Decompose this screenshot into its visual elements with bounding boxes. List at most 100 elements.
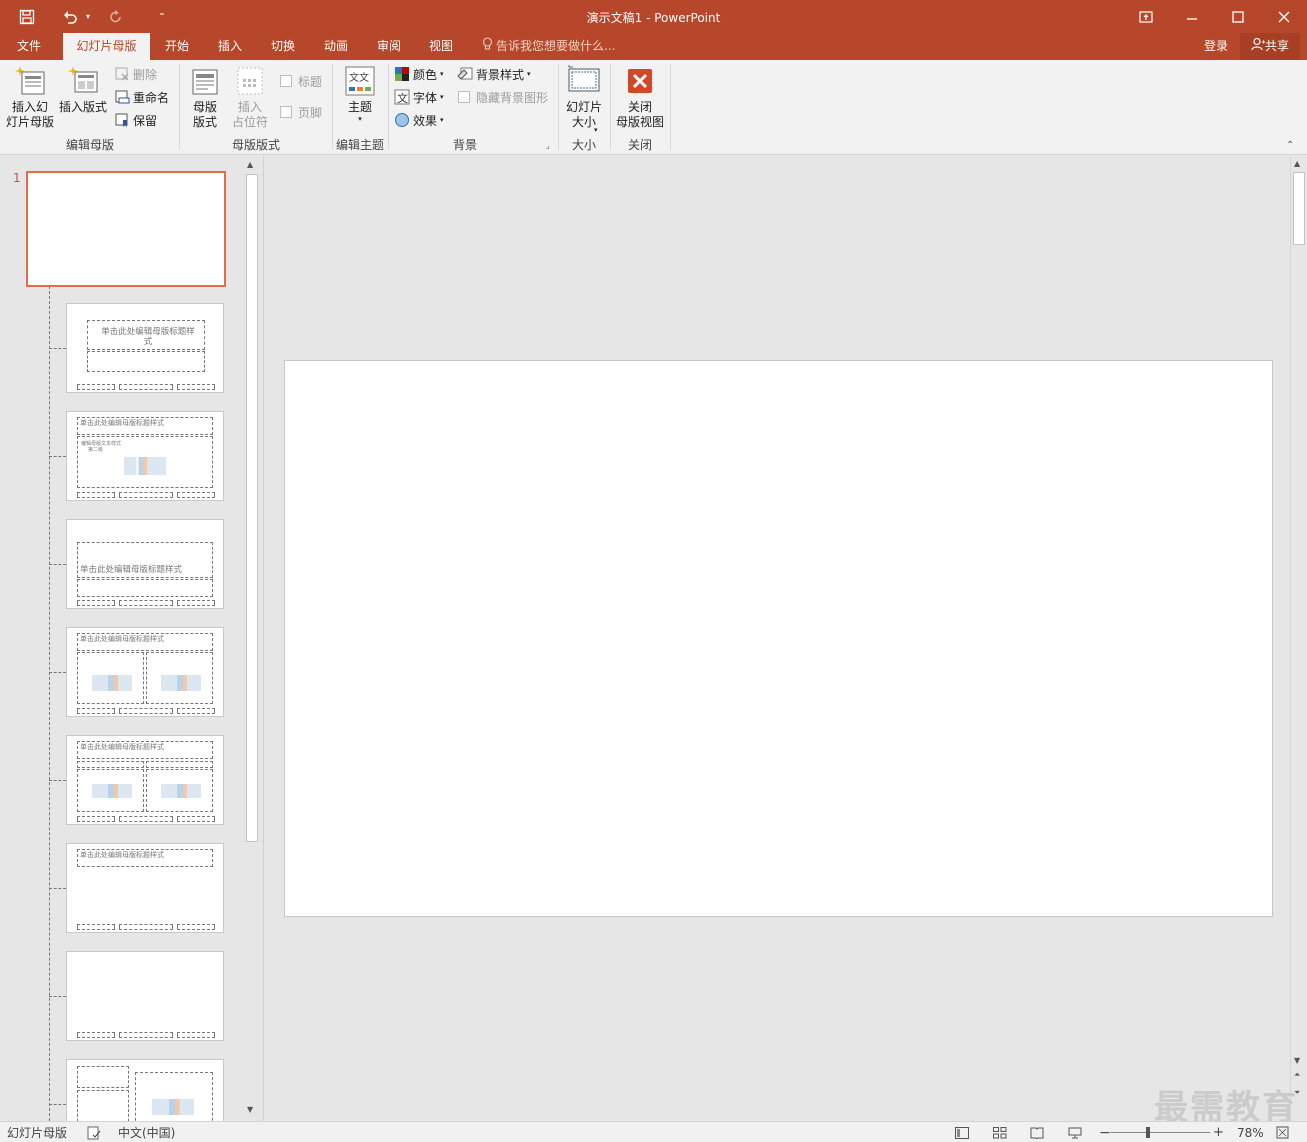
master-layout-label: 母版 版式 <box>192 100 217 129</box>
zoom-in-icon[interactable]: + <box>1213 1124 1224 1141</box>
tab-insert[interactable]: 插入 <box>210 33 250 60</box>
zoom-slider[interactable] <box>1110 1127 1210 1138</box>
group-separator <box>179 64 180 150</box>
tab-view[interactable]: 视图 <box>421 33 461 60</box>
tab-home[interactable]: 开始 <box>157 33 197 60</box>
language-indicator[interactable]: 中文(中国) <box>118 1124 175 1141</box>
themes-button[interactable]: 文文 主题 ▾ <box>338 65 382 123</box>
footer-placeholder <box>177 816 215 822</box>
slide-master-thumbnail[interactable] <box>26 171 226 287</box>
layout-thumbnail-two-content[interactable]: 单击此处编辑母版标题样式 <box>66 627 224 717</box>
hide-background-checkbox-box[interactable] <box>458 91 470 103</box>
insert-layout-button[interactable]: 插入版式 <box>56 65 110 115</box>
subtitle-placeholder <box>87 351 205 372</box>
minimize-icon[interactable] <box>1178 0 1206 33</box>
insert-placeholder-button[interactable]: 插入 占位符 <box>226 65 274 130</box>
master-layout-button[interactable]: 母版 版式 <box>184 65 226 130</box>
undo-dropdown-icon[interactable]: ▾ <box>82 0 94 33</box>
heading-placeholder <box>77 761 144 768</box>
redo-icon[interactable] <box>104 0 128 33</box>
editing-area-scrollbar[interactable]: ▲ ▼ ⏶ ⏷ <box>1290 156 1307 1121</box>
slide-size-button[interactable]: 幻灯片 大小 ▾ <box>563 65 605 134</box>
colors-dropdown-icon: ▾ <box>440 70 444 78</box>
scroll-down-icon[interactable]: ▼ <box>247 1105 253 1114</box>
footer-placeholder <box>177 492 215 498</box>
ribbon-display-options-icon[interactable] <box>1132 0 1160 33</box>
zoom-slider-thumb[interactable] <box>1146 1127 1150 1138</box>
slide-canvas[interactable] <box>284 360 1273 917</box>
group-label-master-layout: 母版版式 <box>231 138 280 152</box>
person-icon <box>1251 34 1265 60</box>
background-dialog-launcher-icon[interactable]: ⌟ <box>546 141 550 150</box>
layout-thumbnail-title-content[interactable]: 单击此处编辑母版标题样式 编辑母版文本样式 第二级 <box>66 411 224 501</box>
layout-thumbnail-content-caption[interactable] <box>66 1059 224 1121</box>
scroll-down-icon[interactable]: ▼ <box>1294 1056 1300 1065</box>
background-styles-dropdown-icon: ▾ <box>527 70 531 78</box>
insert-slide-master-button[interactable]: 插入幻 灯片母版 <box>4 65 56 130</box>
preserve-button[interactable]: 保留 <box>114 110 157 130</box>
fonts-button[interactable]: 文 字体 ▾ <box>394 87 444 107</box>
fit-slide-icon[interactable] <box>1276 1124 1289 1141</box>
slide-show-icon[interactable] <box>1068 1124 1082 1141</box>
tree-connector <box>49 1104 66 1105</box>
slide-thumbnail-pane[interactable]: 1 单击此处编辑母版标题样 式 单击此处编辑母版标题样式 编辑母版文本样式 第二… <box>0 156 264 1121</box>
reading-view-icon[interactable] <box>1030 1124 1044 1141</box>
normal-view-icon[interactable] <box>955 1124 969 1141</box>
tab-file[interactable]: 文件 <box>8 33 50 60</box>
undo-icon[interactable] <box>58 0 82 33</box>
tab-animations[interactable]: 动画 <box>316 33 356 60</box>
footer-placeholder <box>119 816 173 822</box>
layout-thumbnail-title-only[interactable]: 单击此处编辑母版标题样式 <box>66 843 224 933</box>
sign-in-link[interactable]: 登录 <box>1196 33 1236 60</box>
footer-checkbox[interactable]: 页脚 <box>280 102 322 122</box>
themes-dropdown-icon: ▾ <box>358 115 362 123</box>
background-styles-label: 背景样式 <box>476 67 525 82</box>
content-icons <box>161 675 201 691</box>
thumbnail-pane-scrollbar[interactable]: ▲ ▼ <box>244 158 260 1119</box>
scroll-up-icon[interactable]: ▲ <box>1294 159 1300 168</box>
footer-placeholder <box>77 924 115 930</box>
title-checkbox[interactable]: 标题 <box>280 71 322 91</box>
layout-thumbnail-section-header[interactable]: 单击此处编辑母版标题样式 <box>66 519 224 609</box>
effects-button[interactable]: 效果 ▾ <box>394 110 444 130</box>
tab-review[interactable]: 审阅 <box>369 33 409 60</box>
collapse-ribbon-icon[interactable]: ⌃ <box>1286 140 1294 151</box>
ribbon-tab-bar: 文件 幻灯片母版 开始 插入 切换 动画 审阅 视图 告诉我您想要做什么... … <box>0 33 1307 60</box>
layout-thumbnail-blank[interactable] <box>66 951 224 1041</box>
share-button[interactable]: 共享 <box>1240 33 1300 60</box>
content-icons <box>161 784 201 798</box>
slide-sorter-icon[interactable] <box>993 1124 1007 1141</box>
tab-transitions[interactable]: 切换 <box>263 33 303 60</box>
delete-label: 删除 <box>133 67 158 82</box>
maximize-icon[interactable] <box>1224 0 1252 33</box>
scrollbar-thumb[interactable] <box>1293 172 1305 245</box>
tab-slide-master[interactable]: 幻灯片母版 <box>63 33 150 60</box>
tell-me-text: 告诉我您想要做什么... <box>496 39 616 53</box>
zoom-level[interactable]: 78% <box>1237 1124 1264 1141</box>
group-label-edit-theme: 编辑主题 <box>335 138 384 152</box>
group-separator <box>670 64 671 150</box>
previous-slide-icon[interactable]: ⏶ <box>1294 1070 1300 1080</box>
scroll-up-icon[interactable]: ▲ <box>247 160 253 169</box>
layout-thumbnail-comparison[interactable]: 单击此处编辑母版标题样式 <box>66 735 224 825</box>
colors-button[interactable]: 颜色 ▾ <box>394 64 444 84</box>
view-mode-label: 幻灯片母版 <box>7 1126 68 1140</box>
rename-button[interactable]: 重命名 <box>114 87 169 107</box>
background-styles-button[interactable]: 背景样式 ▾ <box>457 64 531 84</box>
zoom-out-icon[interactable]: − <box>1099 1124 1111 1141</box>
layout-thumbnail-title[interactable]: 单击此处编辑母版标题样 式 <box>66 303 224 393</box>
ribbon: 插入幻 灯片母版 插入版式 删除 重命名 保留 编辑母版 母版 版式 插入 占位… <box>0 60 1307 155</box>
scrollbar-thumb[interactable] <box>246 174 258 842</box>
customize-qat-icon[interactable]: ⁼ <box>152 0 172 33</box>
spelling-check-icon[interactable] <box>87 1124 101 1141</box>
close-icon[interactable] <box>1270 0 1298 33</box>
title-checkbox-box[interactable] <box>280 75 292 87</box>
close-master-view-button[interactable]: 关闭 母版视图 <box>612 65 668 130</box>
tell-me-search[interactable]: 告诉我您想要做什么... <box>482 33 615 60</box>
footer-checkbox-box[interactable] <box>280 106 292 118</box>
content-placeholder: 编辑母版文本样式 第二级 <box>77 436 213 488</box>
save-icon[interactable] <box>14 0 40 33</box>
tree-connector <box>49 564 66 565</box>
delete-button[interactable]: 删除 <box>114 64 157 84</box>
hide-background-checkbox[interactable]: 隐藏背景图形 <box>458 87 548 107</box>
